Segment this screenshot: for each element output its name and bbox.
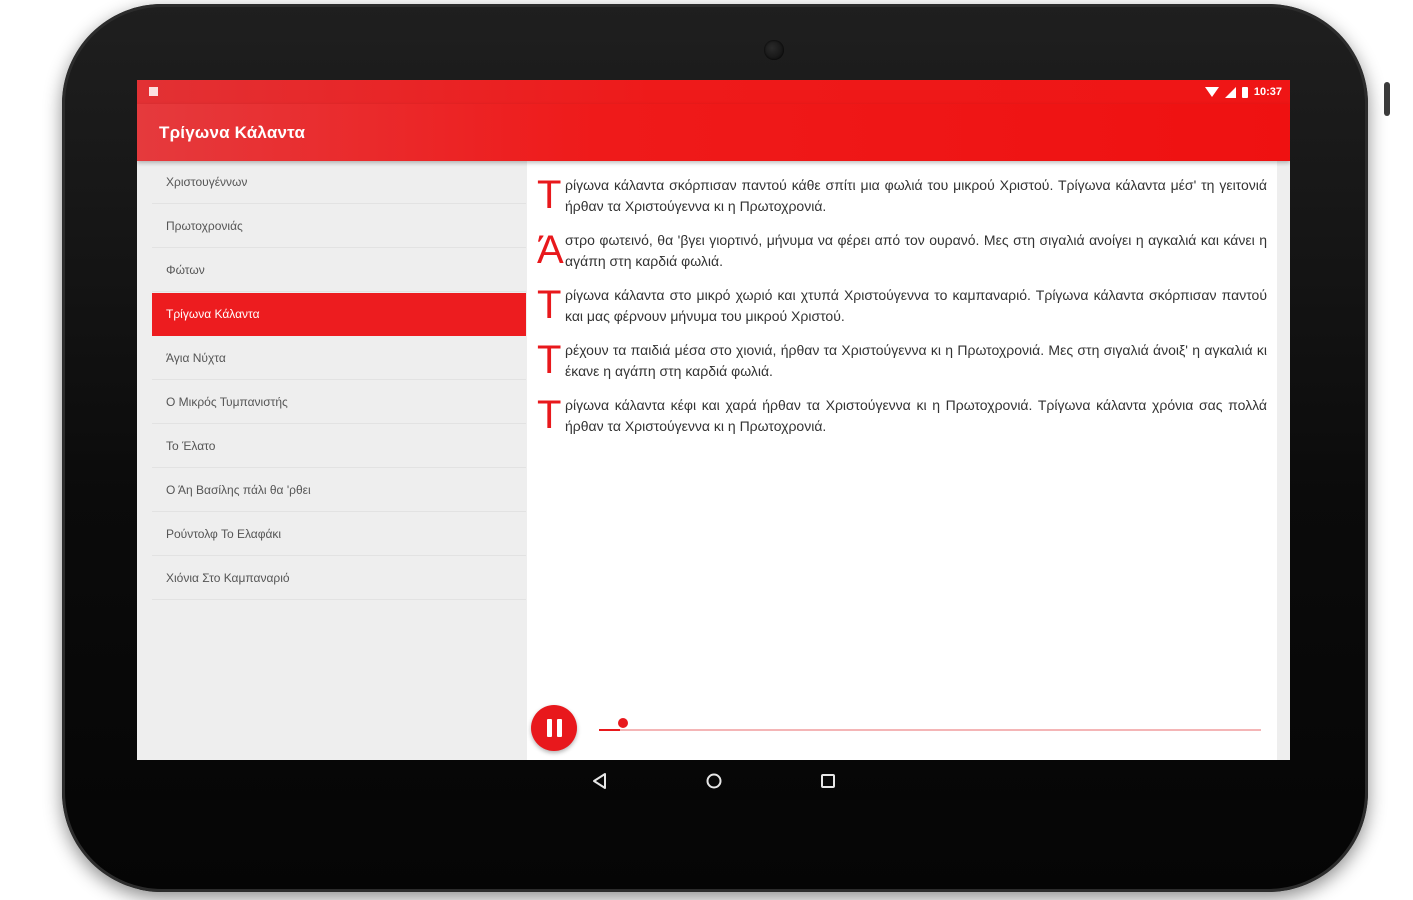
sidebar-item[interactable]: Το Έλατο bbox=[152, 425, 526, 468]
sidebar-item[interactable]: Ο Άη Βασίλης πάλι θα 'ρθει bbox=[152, 469, 526, 512]
audio-player bbox=[527, 701, 1277, 760]
app-bar: Τρίγωνα Κάλαντα bbox=[137, 104, 1290, 161]
recents-button[interactable] bbox=[818, 771, 838, 791]
sidebar-item[interactable]: Πρωτοχρονιάς bbox=[152, 205, 526, 248]
back-triangle-icon bbox=[592, 773, 606, 789]
verse-text: στρο φωτεινό, θα 'βγει γιορτινό, μήνυμα … bbox=[565, 232, 1267, 269]
sidebar-item[interactable]: Χιόνια Στο Καμπαναριό bbox=[152, 557, 526, 600]
lyrics-panel: Τρίγωνα κάλαντα σκόρπισαν παντού κάθε σπ… bbox=[527, 161, 1277, 760]
drop-cap-letter: Τ bbox=[537, 393, 562, 437]
front-camera bbox=[764, 40, 784, 60]
drop-cap-letter: Τ bbox=[537, 283, 562, 327]
seek-thumb[interactable] bbox=[618, 718, 629, 728]
pause-icon bbox=[546, 719, 562, 737]
lyric-verse: Τρέχουν τα παιδιά μέσα στο χιονιά, ήρθαν… bbox=[537, 340, 1267, 382]
drop-cap-letter: Τ bbox=[537, 338, 562, 382]
seek-bar[interactable] bbox=[599, 718, 1261, 731]
power-button bbox=[1384, 82, 1390, 116]
recents-square-icon bbox=[820, 774, 835, 788]
verse-text: ρίγωνα κάλαντα σκόρπισαν παντού κάθε σπί… bbox=[565, 177, 1267, 214]
back-button[interactable] bbox=[590, 771, 610, 791]
home-circle-icon bbox=[706, 773, 721, 789]
song-list-sidebar: Χριστουγέννων Πρωτοχρονιάς Φώτων Τρίγωνα Κά… bbox=[137, 161, 527, 760]
signal-icon bbox=[1224, 86, 1236, 98]
battery-icon bbox=[1241, 86, 1248, 98]
page-title: Τρίγωνα Κάλαντα bbox=[159, 123, 306, 142]
drop-cap-letter: Ά bbox=[537, 228, 564, 272]
lyrics-verses: Τρίγωνα κάλαντα σκόρπισαν παντού κάθε σπ… bbox=[537, 175, 1267, 450]
wifi-icon bbox=[1204, 87, 1219, 97]
notification-icon bbox=[149, 87, 158, 96]
sidebar-item[interactable]: Ρούντολφ Το Ελαφάκι bbox=[152, 513, 526, 556]
sidebar-item[interactable]: Άγια Νύχτα bbox=[152, 337, 526, 380]
lyric-verse: Άστρο φωτεινό, θα 'βγει γιορτινό, μήνυμα… bbox=[537, 230, 1267, 272]
sidebar-item[interactable]: Χριστουγέννων bbox=[152, 161, 526, 204]
pause-button[interactable] bbox=[531, 705, 577, 751]
system-nav-bar bbox=[137, 760, 1290, 802]
verse-text: ρίγωνα κάλαντα κέφι και χαρά ήρθαν τα Χρ… bbox=[565, 397, 1267, 434]
sidebar-item[interactable]: Τρίγωνα Κάλαντα bbox=[152, 293, 526, 336]
lyric-verse: Τρίγωνα κάλαντα κέφι και χαρά ήρθαν τα Χ… bbox=[537, 395, 1267, 437]
lyric-verse: Τρίγωνα κάλαντα στο μικρό χωριό και χτυπ… bbox=[537, 285, 1267, 327]
status-indicators: 10:37 bbox=[1204, 84, 1282, 100]
drop-cap-letter: Τ bbox=[537, 173, 562, 217]
sidebar-item[interactable]: Φώτων bbox=[152, 249, 526, 292]
screenshot-stage: 10:37 Τρίγωνα Κάλαντα Χριστουγέννων Πρωτο… bbox=[0, 0, 1413, 900]
lyric-verse: Τρίγωνα κάλαντα σκόρπισαν παντού κάθε σπ… bbox=[537, 175, 1267, 217]
verse-text: ρέχουν τα παιδιά μέσα στο χιονιά, ήρθαν … bbox=[565, 342, 1267, 379]
sidebar-item[interactable]: Ο Μικρός Τυμπανιστής bbox=[152, 381, 526, 424]
app-screen: 10:37 Τρίγωνα Κάλαντα Χριστουγέννων Πρωτο… bbox=[137, 80, 1290, 760]
status-bar: 10:37 bbox=[137, 80, 1290, 104]
verse-text: ρίγωνα κάλαντα στο μικρό χωριό και χτυπά… bbox=[565, 287, 1267, 324]
status-clock: 10:37 bbox=[1253, 86, 1282, 98]
home-button[interactable] bbox=[704, 771, 724, 791]
seek-progress bbox=[599, 729, 621, 731]
